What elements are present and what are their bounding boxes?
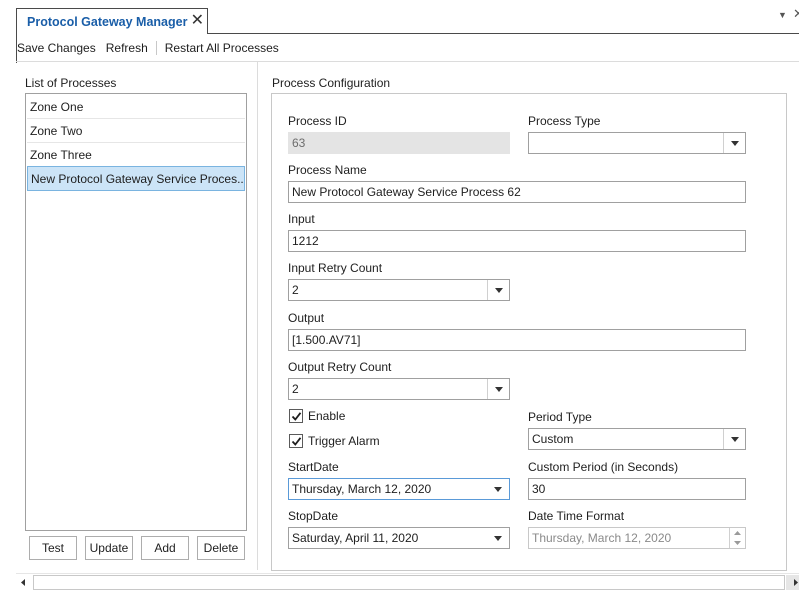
- tab-protocol-gateway-manager[interactable]: Protocol Gateway Manager ✕: [16, 8, 208, 34]
- date-time-format-value: Thursday, March 12, 2020: [532, 531, 672, 545]
- list-of-processes-title: List of Processes: [25, 76, 117, 90]
- list-item[interactable]: Zone Three: [27, 143, 245, 167]
- trigger-alarm-checkbox-row[interactable]: Trigger Alarm: [289, 434, 380, 448]
- chevron-down-icon[interactable]: [723, 133, 745, 153]
- process-id-field: 63: [288, 132, 510, 154]
- scroll-left-icon[interactable]: [16, 574, 30, 591]
- stop-date-picker[interactable]: Saturday, April 11, 2020: [288, 527, 510, 549]
- update-button[interactable]: Update: [85, 536, 133, 560]
- enable-label[interactable]: Enable: [308, 409, 345, 423]
- input-retry-count-select[interactable]: 2: [288, 279, 510, 301]
- trigger-alarm-checkbox[interactable]: [289, 434, 303, 448]
- list-item[interactable]: Zone Two: [27, 119, 245, 143]
- input-label: Input: [288, 212, 315, 226]
- period-type-label: Period Type: [528, 410, 592, 424]
- chevron-down-icon[interactable]: [487, 528, 509, 548]
- start-date-picker[interactable]: Thursday, March 12, 2020: [288, 478, 510, 500]
- output-retry-count-select[interactable]: 2: [288, 378, 510, 400]
- process-type-label: Process Type: [528, 114, 601, 128]
- scrollbar-thumb[interactable]: [33, 575, 785, 590]
- chevron-down-icon[interactable]: [487, 379, 509, 399]
- add-button[interactable]: Add: [141, 536, 189, 560]
- custom-period-label: Custom Period (in Seconds): [528, 460, 679, 474]
- process-configuration-title: Process Configuration: [272, 76, 391, 90]
- process-name-label: Process Name: [288, 163, 367, 177]
- enable-checkbox[interactable]: [289, 409, 303, 423]
- horizontal-scrollbar[interactable]: [16, 573, 799, 591]
- date-time-format-field: Thursday, March 12, 2020: [528, 527, 746, 549]
- save-changes-button[interactable]: Save Changes: [17, 40, 96, 56]
- start-date-label: StartDate: [288, 460, 339, 474]
- refresh-button[interactable]: Refresh: [106, 40, 148, 56]
- spin-up-icon: [730, 528, 745, 538]
- checkmark-icon: [291, 412, 302, 421]
- period-type-select[interactable]: Custom: [528, 428, 746, 450]
- delete-button[interactable]: Delete: [197, 536, 245, 560]
- checkmark-icon: [291, 437, 302, 446]
- toolbar: Save Changes Refresh Restart All Process…: [17, 40, 289, 56]
- process-list[interactable]: Zone One Zone Two Zone Three New Protoco…: [25, 93, 247, 531]
- process-name-field[interactable]: New Protocol Gateway Service Process 62: [288, 181, 746, 203]
- chevron-down-icon[interactable]: [487, 280, 509, 300]
- spin-down-icon: [730, 538, 745, 548]
- date-time-format-label: Date Time Format: [528, 509, 625, 523]
- output-retry-count-value: 2: [292, 382, 299, 396]
- restart-all-processes-button[interactable]: Restart All Processes: [165, 40, 279, 56]
- tab-title: Protocol Gateway Manager: [27, 14, 188, 29]
- window-dropdown-icon[interactable]: ▼: [778, 10, 787, 20]
- output-label: Output: [288, 311, 325, 325]
- toolbar-separator: [155, 41, 157, 55]
- list-item-selected[interactable]: New Protocol Gateway Service Proces...: [27, 166, 245, 191]
- input-retry-count-label: Input Retry Count: [288, 261, 383, 275]
- start-date-value: Thursday, March 12, 2020: [292, 482, 432, 496]
- trigger-alarm-label[interactable]: Trigger Alarm: [308, 434, 380, 448]
- chevron-down-icon[interactable]: [487, 479, 509, 499]
- output-field[interactable]: [1.500.AV71]: [288, 329, 746, 351]
- process-type-select[interactable]: [528, 132, 746, 154]
- stop-date-value: Saturday, April 11, 2020: [292, 531, 419, 545]
- list-item[interactable]: Zone One: [27, 95, 245, 119]
- scroll-right-icon[interactable]: [790, 574, 799, 591]
- custom-period-field[interactable]: 30: [528, 478, 746, 500]
- output-retry-count-label: Output Retry Count: [288, 360, 392, 374]
- tab-close-icon[interactable]: ✕: [191, 11, 204, 31]
- enable-checkbox-row[interactable]: Enable: [289, 409, 345, 423]
- window-close-icon[interactable]: ✕: [793, 6, 799, 22]
- spinner: [729, 528, 745, 548]
- test-button[interactable]: Test: [29, 536, 77, 560]
- period-type-value: Custom: [532, 432, 574, 446]
- input-retry-count-value: 2: [292, 283, 299, 297]
- stop-date-label: StopDate: [288, 509, 339, 523]
- input-field[interactable]: 1212: [288, 230, 746, 252]
- process-id-label: Process ID: [288, 114, 347, 128]
- chevron-down-icon[interactable]: [723, 429, 745, 449]
